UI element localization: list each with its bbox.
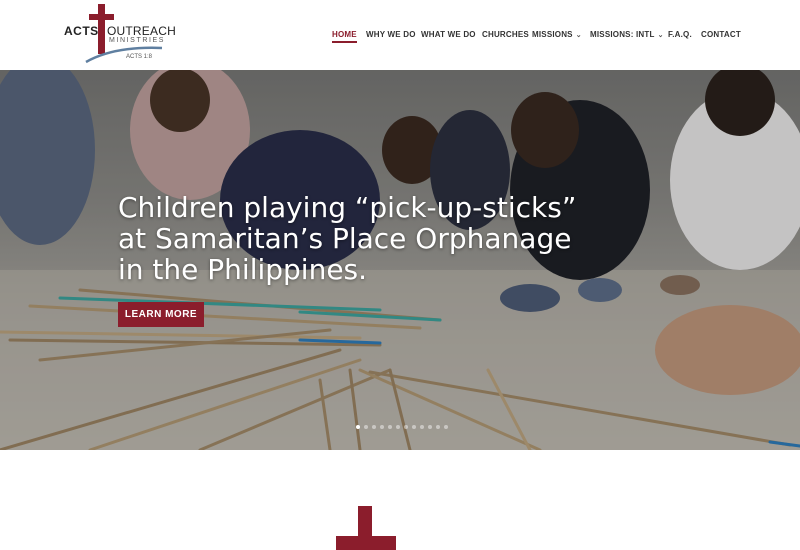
nav-what-we-do[interactable]: WHAT WE DO bbox=[421, 30, 476, 39]
logo-acts-text: ACTS bbox=[64, 24, 99, 38]
logo-outreach-text: OUTREACH bbox=[107, 24, 176, 38]
slider-dot[interactable] bbox=[420, 425, 424, 429]
slider-dot[interactable] bbox=[436, 425, 440, 429]
learn-more-button[interactable]: LEARN MORE bbox=[118, 302, 204, 327]
logo-reference: ACTS 1:8 bbox=[126, 54, 153, 60]
slider-dot[interactable] bbox=[428, 425, 432, 429]
nav-home-label: HOME bbox=[332, 30, 357, 39]
nav-what-we-do-label: WHAT WE DO bbox=[421, 30, 476, 39]
slider-dot[interactable] bbox=[380, 425, 384, 429]
slider-dot[interactable] bbox=[372, 425, 376, 429]
nav-home[interactable]: HOME bbox=[332, 30, 357, 43]
nav-churches-label: CHURCHES bbox=[482, 30, 529, 39]
slider-dot[interactable] bbox=[364, 425, 368, 429]
chevron-down-icon: ⌄ bbox=[657, 32, 664, 39]
logo-swoosh-icon bbox=[85, 46, 163, 64]
hero-title: Children playing “pick-up-sticks” at Sam… bbox=[118, 191, 577, 286]
nav-contact[interactable]: CONTACT bbox=[701, 30, 741, 39]
nav-why-we-do-label: WHY WE DO bbox=[366, 30, 416, 39]
nav-churches[interactable]: CHURCHES bbox=[482, 30, 529, 39]
nav-why-we-do[interactable]: WHY WE DO bbox=[366, 30, 416, 39]
slider-dot[interactable] bbox=[396, 425, 400, 429]
section-cross-bar bbox=[336, 536, 396, 550]
site-header: ACTS OUTREACH MINISTRIES ACTS 1:8 HOME W… bbox=[0, 0, 800, 70]
nav-missions-label: MISSIONS bbox=[532, 30, 573, 39]
slider-dot[interactable] bbox=[412, 425, 416, 429]
nav-missions-intl-label: MISSIONS: INTL bbox=[590, 30, 655, 39]
slider-dot[interactable] bbox=[356, 425, 360, 429]
nav-missions-intl[interactable]: MISSIONS: INTL ⌄ bbox=[590, 30, 664, 39]
slider-dot[interactable] bbox=[404, 425, 408, 429]
slider-dot[interactable] bbox=[444, 425, 448, 429]
logo-cross-bar bbox=[89, 14, 114, 20]
nav-faq[interactable]: F.A.Q. bbox=[668, 30, 692, 39]
nav-missions[interactable]: MISSIONS ⌄ bbox=[532, 30, 582, 39]
chevron-down-icon: ⌄ bbox=[575, 32, 582, 39]
hero-slider: Children playing “pick-up-sticks” at Sam… bbox=[0, 70, 800, 450]
nav-contact-label: CONTACT bbox=[701, 30, 741, 39]
slider-pagination bbox=[356, 425, 448, 431]
nav-faq-label: F.A.Q. bbox=[668, 30, 692, 39]
site-logo[interactable]: ACTS OUTREACH MINISTRIES ACTS 1:8 bbox=[62, 4, 176, 66]
slider-dot[interactable] bbox=[388, 425, 392, 429]
